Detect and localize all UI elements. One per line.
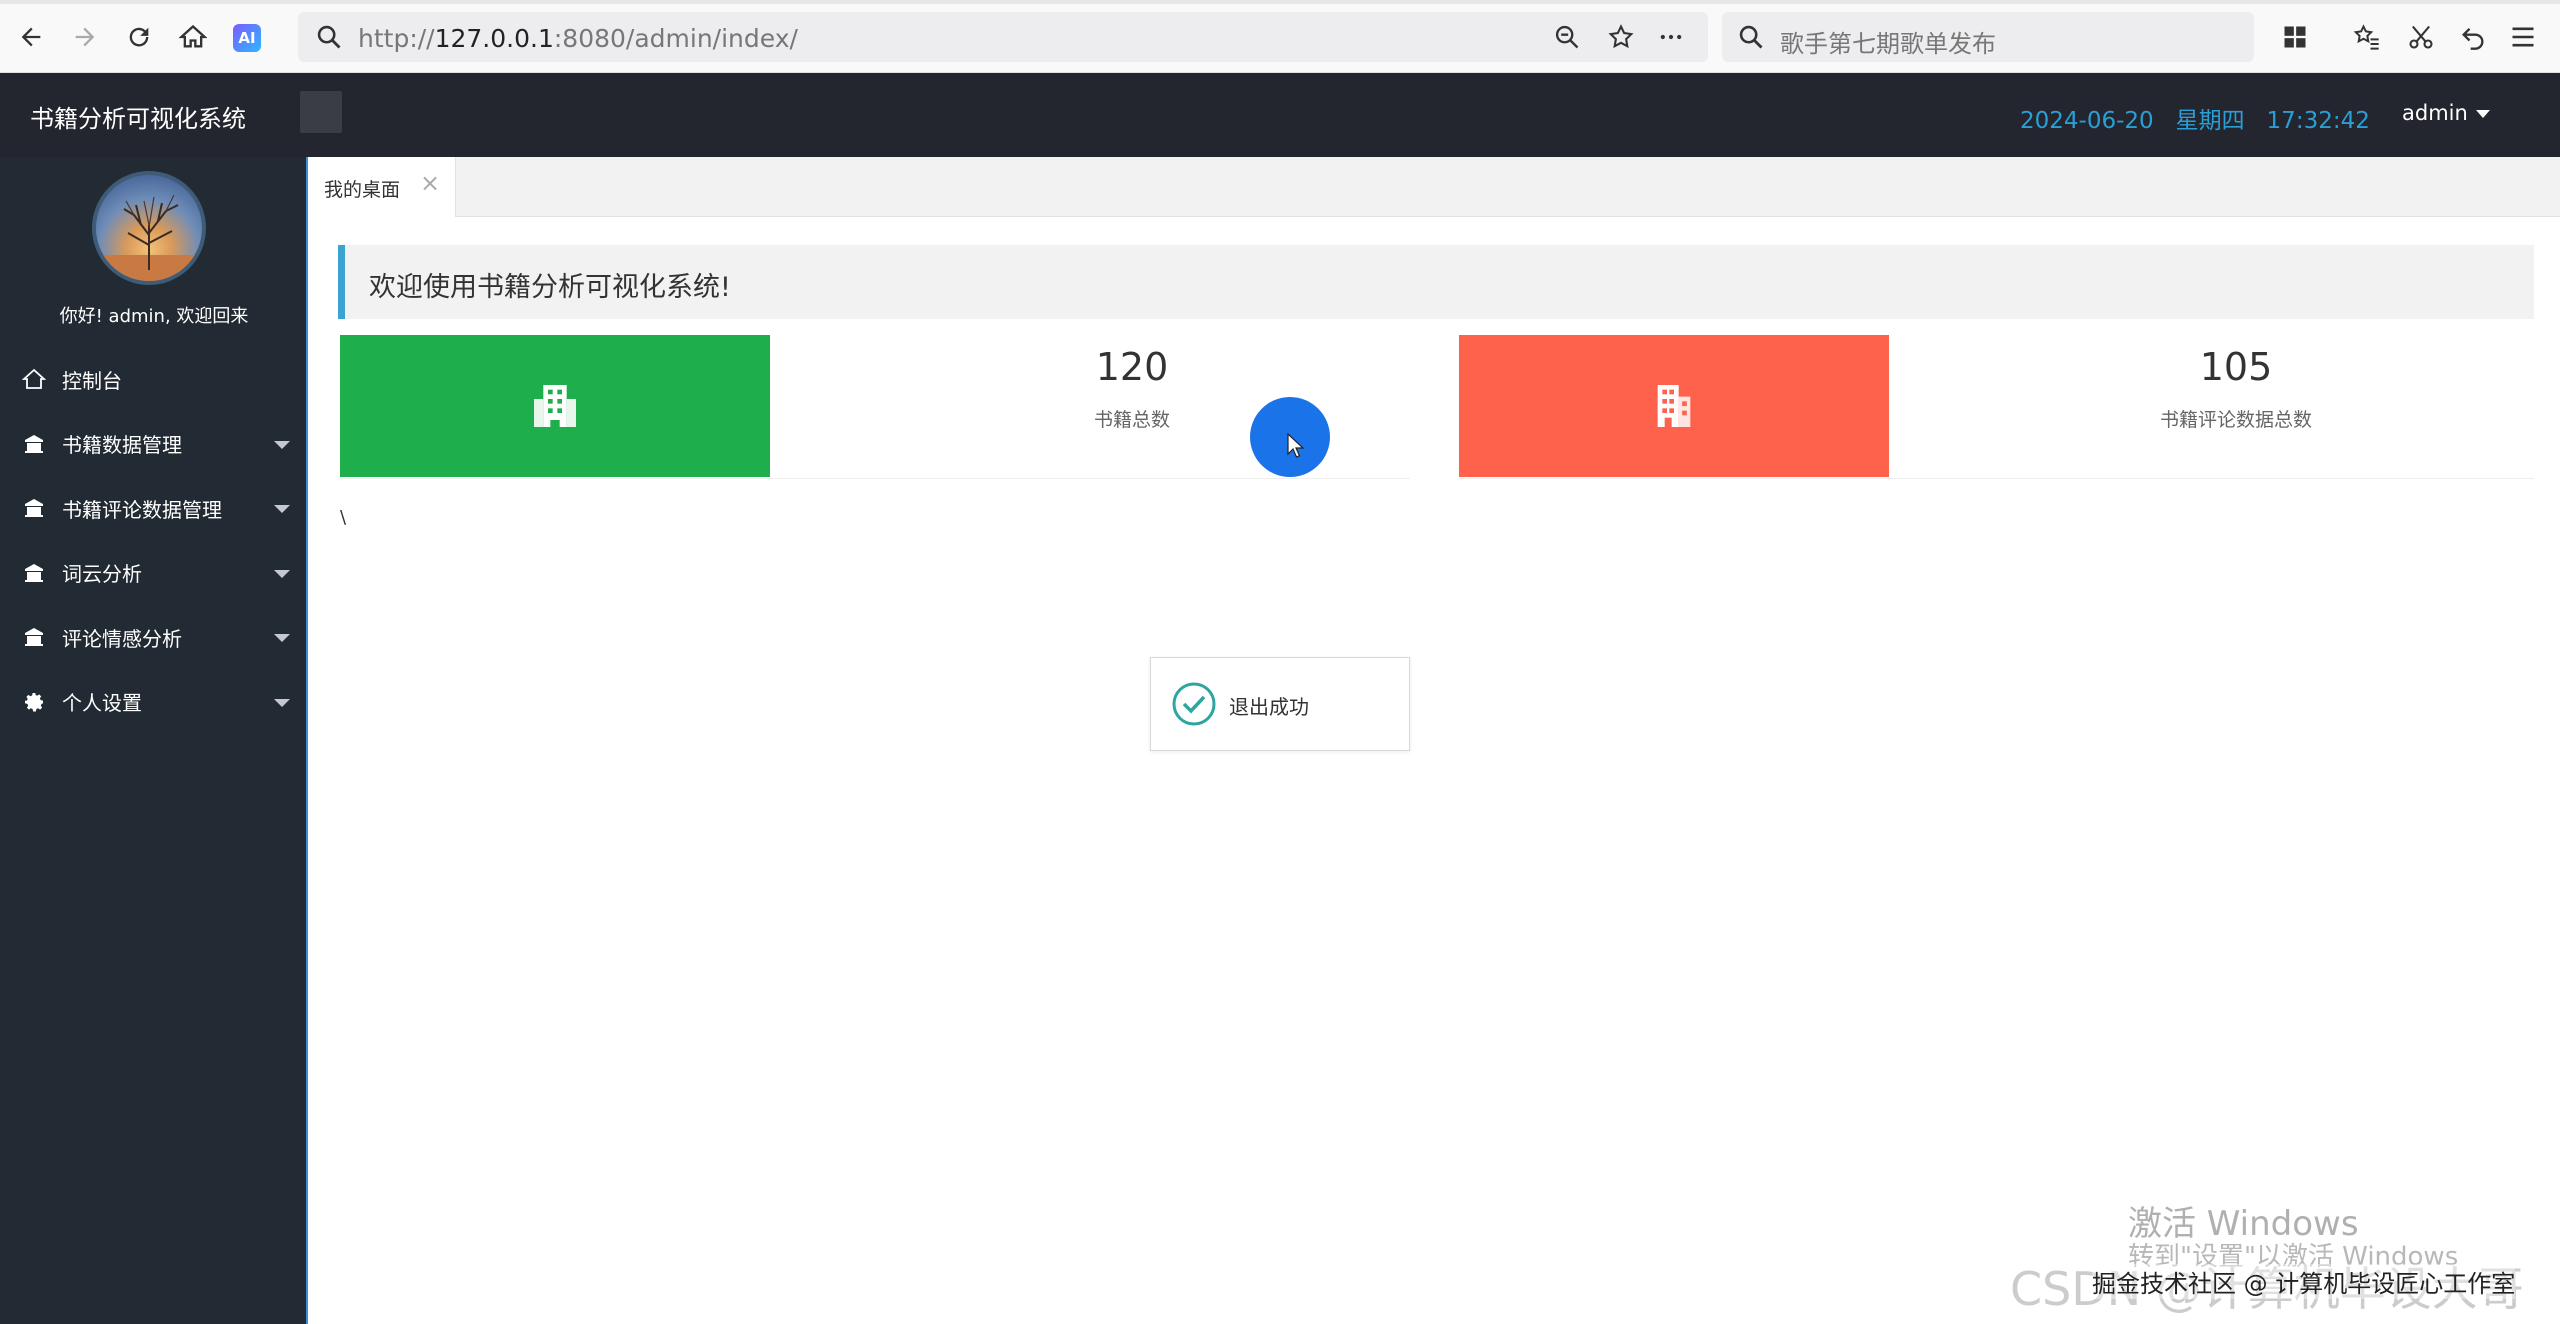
header-time: 17:32:42 [2266, 108, 2370, 134]
bank-icon [22, 625, 52, 649]
stat-value: 120 [1095, 345, 1169, 389]
chevron-down-icon [274, 569, 290, 578]
apps-grid-icon[interactable] [2278, 20, 2312, 54]
chevron-down-icon [274, 634, 290, 642]
menu-icon[interactable] [2506, 20, 2540, 54]
avatar[interactable] [92, 171, 206, 285]
toast-message: 退出成功 [1150, 657, 1410, 751]
app-title: 书籍分析可视化系统 [30, 105, 246, 133]
bookmark-star-icon[interactable] [1604, 20, 1638, 54]
sidebar-menu: 控制台 书籍数据管理 书籍评论数据管理 词云分析 评论情感分析 个人设置 [0, 347, 306, 734]
browser-search-bar[interactable]: 歌手第七期歌单发布 [1722, 12, 2254, 62]
stray-text: \ [340, 507, 347, 528]
welcome-text: 欢迎使用书籍分析可视化系统! [369, 272, 731, 303]
sidebar-toggle-button[interactable] [300, 91, 342, 133]
juejin-watermark: 掘金技术社区 @ 计算机毕设匠心工作室 [2092, 1264, 2516, 1299]
header-weekday: 星期四 [2175, 108, 2245, 134]
main-content: 我的桌面 × 欢迎使用书籍分析可视化系统! 120 书籍总数 105 书籍评论数… [310, 157, 2560, 1324]
browser-toolbar: AI http://127.0.0.1:8080/admin/index/ 歌手… [0, 0, 2560, 73]
bank-icon [22, 496, 52, 520]
caret-down-icon [2475, 110, 2490, 118]
tab-my-desktop[interactable]: 我的桌面 × [310, 157, 456, 217]
address-bar[interactable]: http://127.0.0.1:8080/admin/index/ [298, 12, 1708, 62]
tab-bar: 我的桌面 × [310, 157, 2560, 217]
zoom-out-icon[interactable] [1550, 20, 1584, 54]
header-datetime: 2024-06-20 星期四 17:32:42 [2020, 101, 2370, 135]
user-menu[interactable]: admin [2402, 101, 2490, 125]
ai-extension-icon[interactable]: AI [233, 24, 261, 52]
scissors-icon[interactable] [2404, 20, 2438, 54]
stat-card-reviews: 105 书籍评论数据总数 [1459, 335, 2534, 479]
app-header: 书籍分析可视化系统 2024-06-20 星期四 17:32:42 admin [0, 73, 2560, 157]
office-building-icon [1459, 335, 1889, 477]
bank-icon [22, 432, 52, 456]
chevron-down-icon [274, 698, 290, 707]
sidebar-item-label: 词云分析 [62, 562, 142, 587]
sidebar-item-book-data[interactable]: 书籍数据管理 [0, 412, 306, 477]
sidebar: 你好! admin, 欢迎回来 控制台 书籍数据管理 书籍评论数据管理 词云分析… [0, 157, 308, 1324]
home-page-icon[interactable] [176, 20, 210, 54]
search-icon [312, 20, 346, 54]
greeting-text: 你好! admin, 欢迎回来 [59, 306, 249, 327]
chevron-down-icon [274, 505, 290, 513]
header-date: 2024-06-20 [2020, 108, 2154, 134]
favorites-icon[interactable] [2350, 20, 2384, 54]
sidebar-item-review-data[interactable]: 书籍评论数据管理 [0, 476, 306, 541]
sidebar-item-label: 控制台 [62, 368, 122, 393]
sidebar-item-label: 评论情感分析 [62, 626, 182, 651]
stat-label: 书籍总数 [1093, 409, 1170, 431]
toast-text: 退出成功 [1229, 695, 1309, 719]
gear-icon [22, 690, 52, 714]
search-placeholder: 歌手第七期歌单发布 [1780, 30, 1996, 58]
stat-card-books: 120 书籍总数 [340, 335, 1410, 479]
bank-icon [22, 561, 52, 585]
sidebar-item-sentiment[interactable]: 评论情感分析 [0, 605, 306, 670]
undo-icon[interactable] [2456, 20, 2490, 54]
sidebar-item-settings[interactable]: 个人设置 [0, 670, 306, 735]
stat-value: 105 [2199, 345, 2273, 389]
sidebar-item-label: 书籍数据管理 [62, 433, 182, 458]
sidebar-item-console[interactable]: 控制台 [0, 347, 306, 412]
close-icon[interactable]: × [420, 171, 440, 195]
welcome-banner: 欢迎使用书籍分析可视化系统! [338, 245, 2534, 319]
building-icon [340, 335, 770, 477]
reload-icon[interactable] [122, 20, 156, 54]
user-name: admin [2402, 101, 2468, 125]
sidebar-item-label: 书籍评论数据管理 [62, 497, 222, 522]
more-options-icon[interactable] [1654, 20, 1688, 54]
sidebar-item-label: 个人设置 [62, 691, 142, 716]
forward-icon[interactable] [68, 20, 102, 54]
search-icon [1734, 20, 1768, 54]
url-text[interactable]: http://127.0.0.1:8080/admin/index/ [358, 24, 798, 53]
sidebar-item-wordcloud[interactable]: 词云分析 [0, 541, 306, 606]
tab-label: 我的桌面 [324, 179, 401, 201]
home-icon [22, 367, 52, 391]
mouse-cursor-highlight [1250, 397, 1330, 477]
check-circle-icon [1172, 682, 1216, 726]
chevron-down-icon [274, 440, 290, 449]
back-icon[interactable] [14, 20, 48, 54]
stat-label: 书籍评论数据总数 [2159, 409, 2312, 431]
browser-top-strip [0, 0, 2560, 4]
